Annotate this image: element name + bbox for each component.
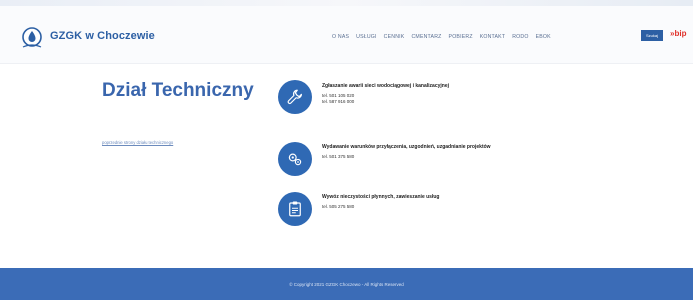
item-title: Wywóz nieczystości płynnych, zawieszanie… <box>322 194 440 200</box>
nav-item-cmentarz[interactable]: CMENTARZ <box>411 34 441 40</box>
page-title: Dział Techniczny <box>102 80 254 101</box>
logo-icon[interactable] <box>20 26 44 50</box>
nav-item-ebok[interactable]: EBOK <box>536 34 551 40</box>
site-header: GZGK w Choczewie O NAS USŁUGI CENNIK CME… <box>0 6 693 64</box>
wrench-icon <box>278 80 312 114</box>
nav-item-cennik[interactable]: CENNIK <box>384 34 405 40</box>
nav-item-o-nas[interactable]: O NAS <box>332 34 349 40</box>
site-footer: © Copyright 2021 GZGK Choczewo - All Rig… <box>0 268 693 300</box>
bip-label: bip <box>674 29 687 38</box>
nav-item-kontakt[interactable]: KONTAKT <box>480 34 506 40</box>
nav-item-uslugi[interactable]: USŁUGI <box>356 34 377 40</box>
nav-item-rodo[interactable]: RODO <box>512 34 528 40</box>
item-phone: tel. 505 275 580 <box>322 204 355 209</box>
main-nav: O NAS USŁUGI CENNIK CMENTARZ POBIERZ KON… <box>332 34 551 40</box>
item-title: Wydawanie warunków przyłączenia, uzgodni… <box>322 144 491 150</box>
item-phone: tel. 587 916 000 <box>322 99 355 104</box>
copyright-text: © Copyright 2021 GZGK Choczewo - All Rig… <box>289 282 404 287</box>
brand-name[interactable]: GZGK w Choczewie <box>50 30 155 42</box>
gears-icon <box>278 142 312 176</box>
clipboard-icon <box>278 192 312 226</box>
nav-item-pobierz[interactable]: POBIERZ <box>449 34 473 40</box>
side-link[interactable]: poprzednie strony działu technicznego <box>102 140 173 145</box>
bip-link[interactable]: »bip <box>670 29 686 38</box>
search-button[interactable]: Szukaj <box>641 30 663 41</box>
item-phone: tel. 501 375 580 <box>322 154 355 159</box>
item-title: Zgłaszanie awarii sieci wodociągowej i k… <box>322 83 449 89</box>
